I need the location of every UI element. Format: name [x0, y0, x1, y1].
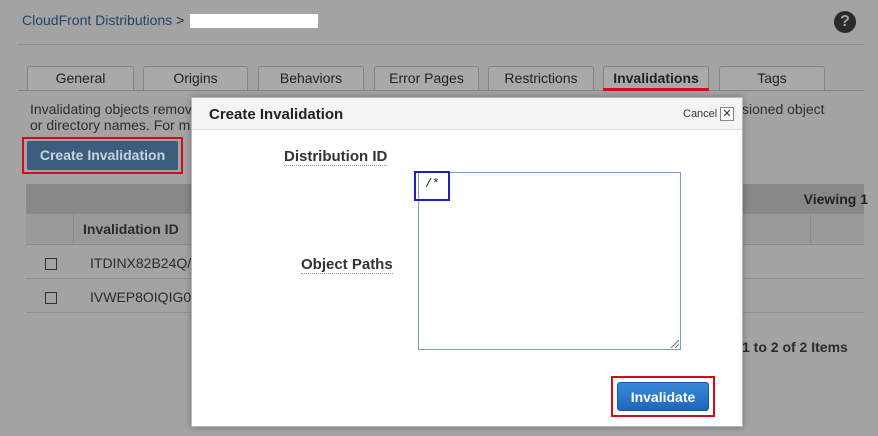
header-column-divider: [810, 214, 811, 245]
tab-origins[interactable]: Origins: [143, 66, 248, 90]
header-divider: [18, 44, 864, 45]
description-line-1: Invalidating objects remov: [30, 101, 192, 117]
active-tab-highlight: [603, 88, 709, 91]
row-checkbox[interactable]: [45, 292, 57, 304]
object-paths-label: Object Paths: [301, 256, 393, 274]
tabs-divider: [18, 90, 864, 91]
description-line-1-right: sioned object: [742, 101, 825, 117]
column-header-invalidation-id[interactable]: Invalidation ID: [83, 221, 179, 237]
tab-general[interactable]: General: [27, 66, 134, 90]
object-paths-textarea[interactable]: /*: [418, 172, 681, 350]
invalidation-id: IVWEP8OIQIG0: [90, 289, 192, 305]
create-button-highlight: [22, 137, 183, 174]
breadcrumb-separator: >: [176, 12, 185, 28]
header-check-column: [26, 214, 74, 245]
tab-behaviors[interactable]: Behaviors: [258, 66, 364, 90]
breadcrumb-root-link[interactable]: CloudFront Distributions: [22, 12, 172, 28]
invalidate-button-highlight: [611, 376, 715, 417]
cancel-link[interactable]: Cancel: [683, 108, 717, 120]
tab-error-pages[interactable]: Error Pages: [374, 66, 479, 90]
row-checkbox[interactable]: [45, 258, 57, 270]
invalidation-id: ITDINX82B24Q/: [90, 255, 192, 271]
distribution-id-label: Distribution ID: [284, 148, 388, 166]
tab-tags[interactable]: Tags: [719, 66, 825, 90]
tab-restrictions[interactable]: Restrictions: [488, 66, 594, 90]
tab-invalidations[interactable]: Invalidations: [603, 66, 709, 90]
dialog-title: Create Invalidation: [209, 106, 344, 123]
redacted-distribution-name: [190, 14, 318, 28]
dialog-header: Create Invalidation Cancel ✕: [192, 98, 742, 130]
breadcrumb: CloudFront Distributions >: [22, 12, 184, 28]
description-line-2: or directory names. For m: [30, 117, 191, 133]
viewing-count: Viewing 1: [803, 191, 868, 207]
help-icon[interactable]: ?: [834, 11, 856, 33]
close-icon[interactable]: ✕: [720, 107, 734, 121]
paging-info: 1 to 2 of 2 Items: [742, 339, 848, 355]
create-invalidation-dialog: Create Invalidation Cancel ✕ Distributio…: [191, 97, 743, 427]
